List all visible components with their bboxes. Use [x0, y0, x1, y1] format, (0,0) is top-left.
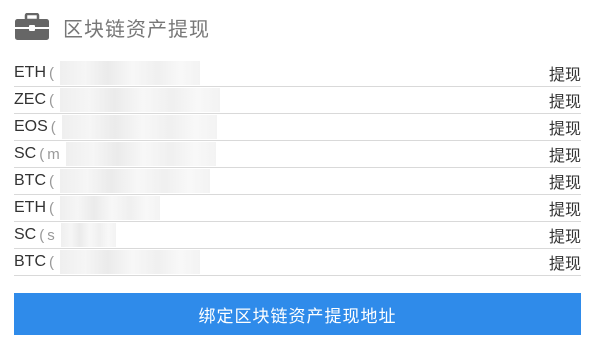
- withdraw-link[interactable]: 提现: [549, 196, 581, 220]
- withdraw-row: SC ( m 提现: [14, 141, 581, 168]
- withdraw-link[interactable]: 提现: [549, 223, 581, 247]
- address-redacted: [65, 142, 216, 166]
- paren-open: (: [49, 172, 54, 190]
- paren-open: (: [50, 118, 56, 136]
- withdraw-list: ETH ( 提现 ZEC ( 提现 EOS ( 提现 SC ( m 提现 BTC…: [14, 60, 581, 276]
- withdraw-row: ETH ( 提现: [14, 195, 581, 222]
- address-redacted: [60, 61, 200, 85]
- paren-open: (: [39, 145, 45, 163]
- withdraw-link[interactable]: 提现: [549, 88, 581, 112]
- bind-address-button[interactable]: 绑定区块链资产提现地址: [14, 293, 581, 335]
- withdraw-row: BTC ( 提现: [14, 168, 581, 195]
- paren-open: (: [49, 253, 54, 271]
- paren-open: (: [49, 91, 54, 109]
- withdraw-link[interactable]: 提现: [549, 61, 581, 85]
- withdraw-link[interactable]: 提现: [549, 115, 581, 139]
- briefcase-icon: [14, 12, 50, 41]
- section-title: 区块链资产提现: [63, 16, 210, 41]
- withdraw-link[interactable]: 提现: [549, 250, 581, 274]
- withdraw-link[interactable]: 提现: [549, 169, 581, 193]
- address-prefix: m: [47, 145, 60, 163]
- withdraw-row: ZEC ( 提现: [14, 87, 581, 114]
- withdraw-row: EOS ( 提现: [14, 114, 581, 141]
- coin-name: SC: [14, 145, 37, 162]
- coin-name: BTC: [14, 172, 46, 189]
- paren-open: (: [49, 64, 54, 82]
- withdraw-row: SC ( s 提现: [14, 222, 581, 249]
- address-redacted: [61, 115, 217, 139]
- coin-name: EOS: [14, 118, 48, 135]
- section-header: 区块链资产提现: [14, 12, 210, 42]
- withdraw-row: BTC ( 提现: [14, 249, 581, 276]
- paren-open: (: [39, 226, 45, 244]
- address-redacted: [60, 196, 160, 220]
- paren-open: (: [49, 199, 54, 217]
- coin-name: ETH: [14, 64, 46, 81]
- coin-name: SC: [14, 226, 37, 243]
- coin-name: BTC: [14, 253, 46, 270]
- address-redacted: [60, 88, 220, 112]
- coin-name: ZEC: [14, 91, 46, 108]
- address-prefix: s: [47, 226, 55, 244]
- coin-name: ETH: [14, 199, 46, 216]
- withdraw-row: ETH ( 提现: [14, 60, 581, 87]
- address-redacted: [60, 223, 116, 247]
- withdraw-link[interactable]: 提现: [549, 142, 581, 166]
- address-redacted: [60, 250, 200, 274]
- address-redacted: [60, 169, 210, 193]
